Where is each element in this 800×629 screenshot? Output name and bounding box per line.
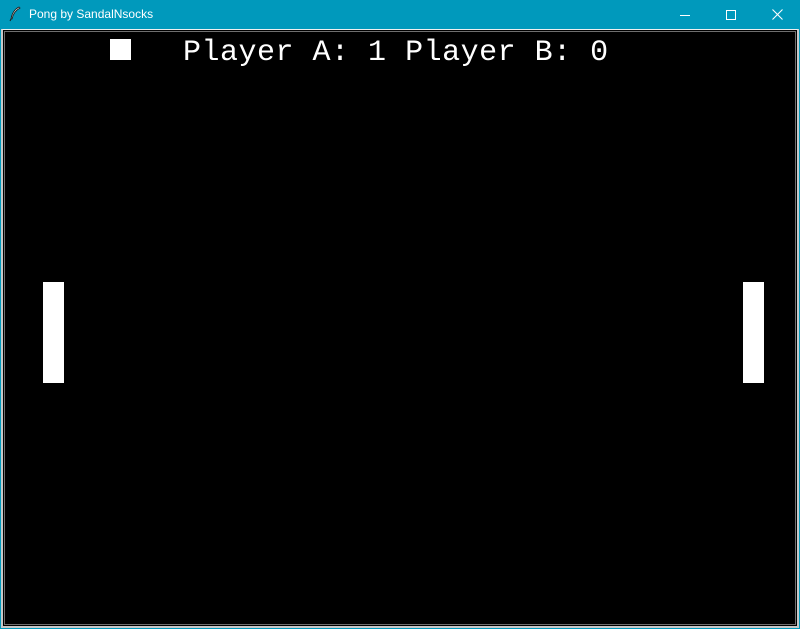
feather-icon — [8, 6, 22, 22]
paddle-player-a — [43, 282, 64, 383]
playfield — [4, 31, 796, 625]
minimize-button[interactable] — [662, 0, 708, 29]
close-icon — [771, 9, 783, 20]
maximize-icon — [726, 9, 736, 20]
paddle-player-b — [743, 282, 764, 383]
minimize-icon — [680, 10, 690, 20]
player-b-score: 0 — [590, 36, 609, 70]
player-a-label: Player A: — [183, 36, 350, 70]
ball — [110, 39, 131, 60]
window-title: Pong by SandalNsocks — [29, 7, 154, 21]
player-a-score: 1 — [368, 36, 387, 70]
close-button[interactable] — [754, 0, 800, 29]
maximize-button[interactable] — [708, 0, 754, 29]
app-window: Pong by SandalNsocks Player A: 1 Player … — [0, 0, 800, 629]
scoreboard: Player A: 1 Player B: 0 — [183, 36, 609, 70]
game-canvas[interactable] — [1, 29, 799, 628]
player-b-label: Player B: — [405, 36, 572, 70]
title-bar[interactable]: Pong by SandalNsocks — [0, 0, 800, 29]
